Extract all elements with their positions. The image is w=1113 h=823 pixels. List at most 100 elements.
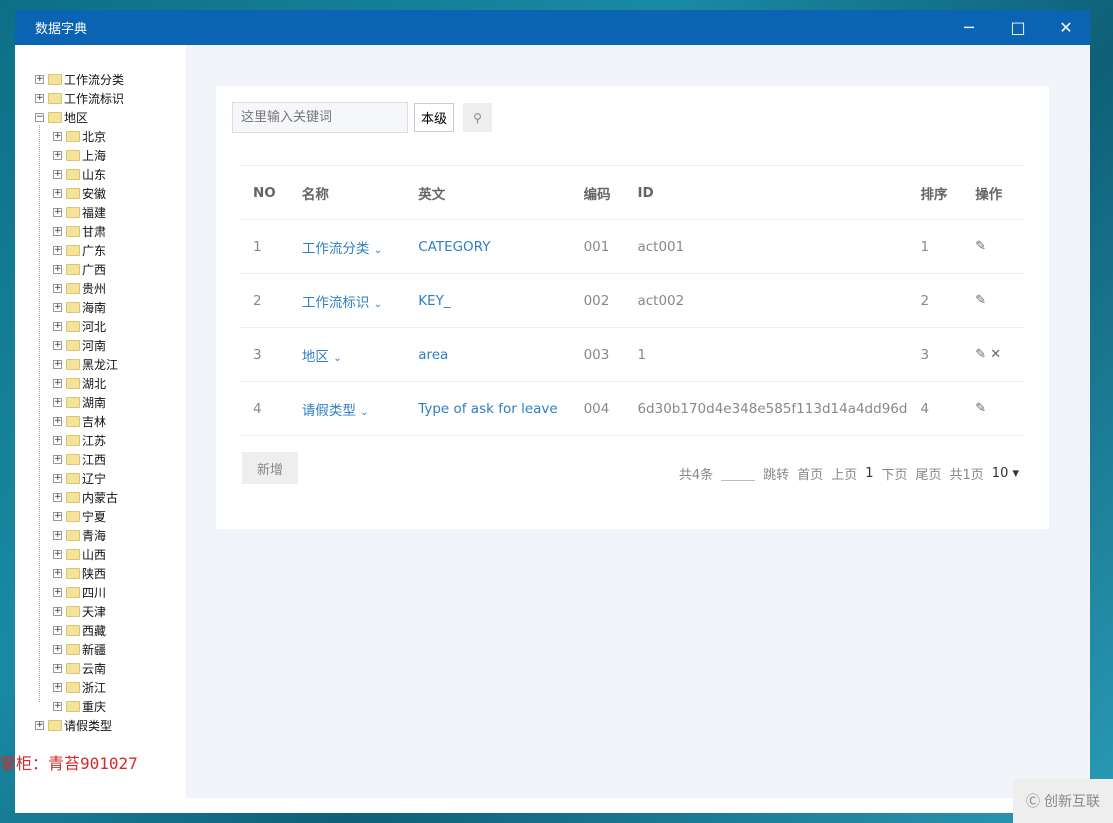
tree-node[interactable]: + 江苏 (53, 431, 106, 450)
row-name[interactable]: 工作流分类 ⌄ (288, 219, 406, 274)
page-size-select[interactable]: 10 ▾ (992, 466, 1019, 481)
chevron-down-icon[interactable]: ⌄ (333, 353, 341, 364)
tree-node[interactable]: + 黑龙江 (53, 355, 118, 374)
expand-icon[interactable]: + (53, 474, 62, 483)
tree-node[interactable]: + 河南 (53, 336, 106, 355)
tree-node[interactable]: + 湖南 (53, 393, 106, 412)
chevron-down-icon[interactable]: ⌄ (360, 407, 368, 418)
expand-icon[interactable]: + (53, 170, 62, 179)
row-english[interactable]: area (405, 327, 571, 382)
tree-node[interactable]: + 内蒙古 (53, 488, 118, 507)
minimize-button[interactable]: ─ (946, 10, 992, 45)
tree-node[interactable]: + 湖北 (53, 374, 106, 393)
tree-node[interactable]: + 辽宁 (53, 469, 106, 488)
expand-icon[interactable]: + (53, 303, 62, 312)
chevron-down-icon[interactable]: ⌄ (374, 245, 382, 256)
tree-node[interactable]: + 广西 (53, 260, 106, 279)
row-english[interactable]: CATEGORY (405, 219, 571, 274)
expand-icon[interactable]: + (53, 265, 62, 274)
add-button[interactable]: 新增 (242, 452, 298, 484)
expand-icon[interactable]: + (53, 531, 62, 540)
expand-icon[interactable]: + (35, 75, 44, 84)
expand-icon[interactable]: + (53, 512, 62, 521)
expand-icon[interactable]: + (53, 417, 62, 426)
tree-node[interactable]: + 吉林 (53, 412, 106, 431)
expand-icon[interactable]: + (53, 379, 62, 388)
expand-icon[interactable]: + (53, 398, 62, 407)
expand-icon[interactable]: + (53, 341, 62, 350)
tree-node[interactable]: + 北京 (53, 127, 106, 146)
tree-node[interactable]: + 西藏 (53, 621, 106, 640)
tree-node[interactable]: + 陕西 (53, 564, 106, 583)
jump-button[interactable]: 跳转 (763, 464, 789, 483)
expand-icon[interactable]: + (35, 94, 44, 103)
jump-page-input[interactable] (721, 467, 756, 481)
tree-node[interactable]: + 重庆 (53, 697, 106, 716)
expand-icon[interactable]: + (53, 493, 62, 502)
tree-node[interactable]: + 宁夏 (53, 507, 106, 526)
last-page-link[interactable]: 尾页 (916, 464, 942, 483)
tree-node[interactable]: + 福建 (53, 203, 106, 222)
expand-icon[interactable]: + (53, 455, 62, 464)
first-page-link[interactable]: 首页 (797, 464, 823, 483)
row-actions[interactable]: ✎ ✕ (962, 327, 1024, 382)
tree-node[interactable]: + 河北 (53, 317, 106, 336)
row-actions[interactable]: ✎ (962, 381, 1024, 436)
tree-node[interactable]: + 上海 (53, 146, 106, 165)
name-text[interactable]: 工作流标识 (302, 295, 370, 311)
name-text[interactable]: 地区 (302, 349, 329, 365)
chevron-down-icon[interactable]: ⌄ (374, 299, 382, 310)
expand-icon[interactable]: + (53, 227, 62, 236)
expand-icon[interactable]: + (53, 607, 62, 616)
name-text[interactable]: 请假类型 (302, 403, 356, 419)
collapse-icon[interactable]: − (35, 113, 44, 122)
expand-icon[interactable]: + (53, 208, 62, 217)
tree-node[interactable]: + 工作流标识 (35, 89, 124, 108)
tree-node[interactable]: + 山东 (53, 165, 106, 184)
search-button[interactable]: ⚲ (463, 103, 492, 132)
expand-icon[interactable]: + (53, 588, 62, 597)
expand-icon[interactable]: + (53, 151, 62, 160)
expand-icon[interactable]: + (53, 702, 62, 711)
expand-icon[interactable]: + (53, 683, 62, 692)
expand-icon[interactable]: + (35, 721, 44, 730)
expand-icon[interactable]: + (53, 246, 62, 255)
tree-node[interactable]: + 海南 (53, 298, 106, 317)
expand-icon[interactable]: + (53, 550, 62, 559)
tree-node[interactable]: + 新疆 (53, 640, 106, 659)
tree-node[interactable]: + 甘肃 (53, 222, 106, 241)
row-actions[interactable]: ✎ (962, 273, 1024, 328)
expand-icon[interactable]: + (53, 322, 62, 331)
tree-node[interactable]: + 江西 (53, 450, 106, 469)
tree-node[interactable]: + 浙江 (53, 678, 106, 697)
row-name[interactable]: 地区 ⌄ (288, 327, 406, 382)
tree-node[interactable]: + 广东 (53, 241, 106, 260)
expand-icon[interactable]: + (53, 664, 62, 673)
tree-node[interactable]: + 青海 (53, 526, 106, 545)
tree-node[interactable]: + 请假类型 (35, 716, 112, 735)
name-text[interactable]: 工作流分类 (302, 241, 370, 257)
close-button[interactable]: ✕ (1043, 10, 1089, 45)
maximize-button[interactable]: □ (995, 10, 1041, 45)
tree-node[interactable]: + 四川 (53, 583, 106, 602)
expand-icon[interactable]: + (53, 284, 62, 293)
row-english[interactable]: Type of ask for leave (405, 381, 571, 436)
tree-node[interactable]: − 地区 (35, 108, 88, 127)
expand-icon[interactable]: + (53, 436, 62, 445)
expand-icon[interactable]: + (53, 189, 62, 198)
prev-page-link[interactable]: 上页 (831, 464, 857, 483)
tree-node[interactable]: + 天津 (53, 602, 106, 621)
tree-node[interactable]: + 贵州 (53, 279, 106, 298)
next-page-link[interactable]: 下页 (881, 464, 907, 483)
expand-icon[interactable]: + (53, 360, 62, 369)
tree-node[interactable]: + 云南 (53, 659, 106, 678)
level-button[interactable]: 本级 (414, 103, 455, 132)
row-name[interactable]: 请假类型 ⌄ (288, 381, 406, 436)
current-page[interactable]: 1 (865, 466, 873, 481)
row-actions[interactable]: ✎ (962, 219, 1024, 274)
expand-icon[interactable]: + (53, 645, 62, 654)
row-english[interactable]: KEY_ (405, 273, 571, 328)
tree-node[interactable]: + 山西 (53, 545, 106, 564)
expand-icon[interactable]: + (53, 569, 62, 578)
row-name[interactable]: 工作流标识 ⌄ (288, 273, 406, 328)
